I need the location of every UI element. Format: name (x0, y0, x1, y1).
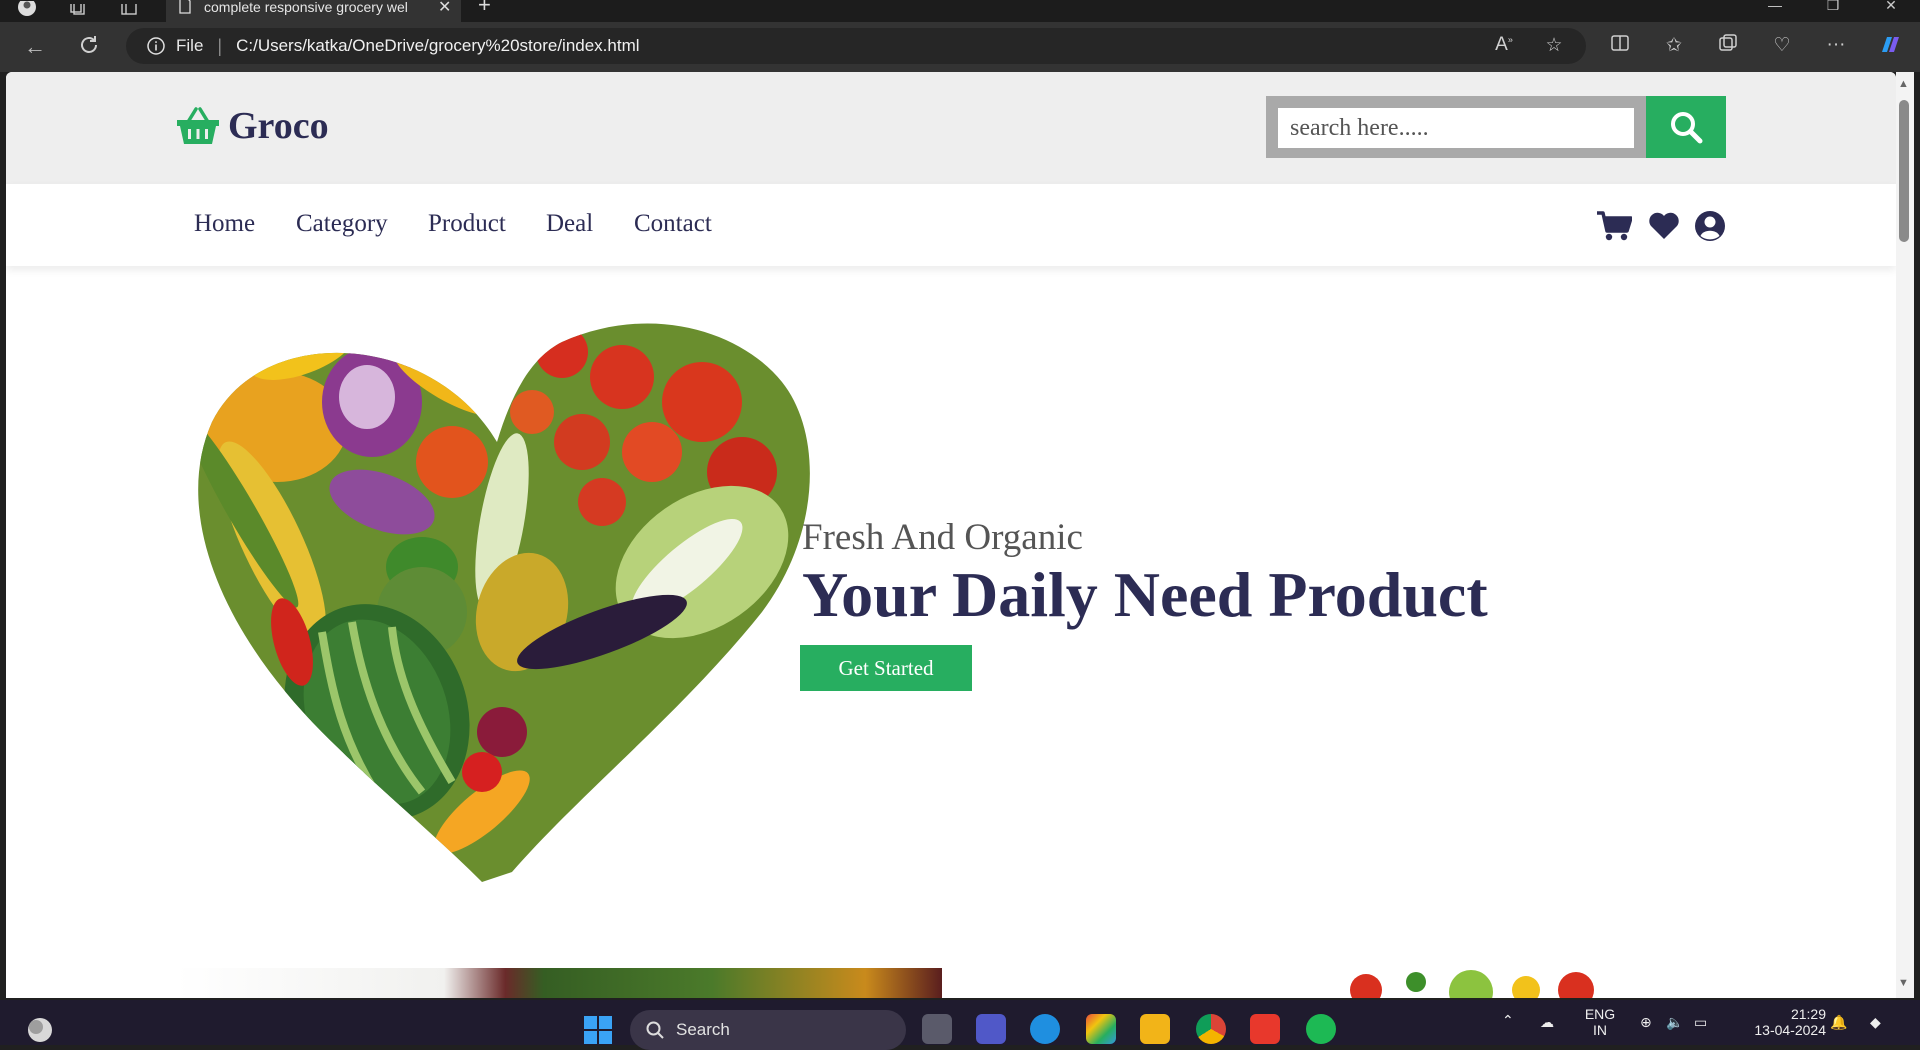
battery-icon[interactable]: ▭ (1694, 1014, 1707, 1031)
browser-essentials-icon[interactable]: ♡ (1768, 34, 1796, 57)
profile-icon[interactable] (14, 0, 40, 22)
promo-banner-image-left (176, 968, 942, 998)
close-window-icon[interactable]: ✕ (1868, 0, 1914, 12)
get-started-button[interactable]: Get Started (800, 645, 972, 691)
user-icon[interactable] (1692, 208, 1728, 244)
teams-icon[interactable] (976, 1014, 1006, 1044)
language-indicator[interactable]: ENG IN (1580, 1006, 1620, 1038)
search-button[interactable] (1646, 96, 1726, 158)
url-text[interactable]: C:/Users/katka/OneDrive/grocery%20store/… (236, 36, 639, 56)
wps-office-icon[interactable] (1250, 1014, 1280, 1044)
clock-time: 21:29 (1790, 1006, 1826, 1022)
basket-icon (177, 107, 219, 144)
show-hidden-icons[interactable]: ⌃ (1502, 1012, 1514, 1029)
taskbar-search[interactable]: Search (630, 1010, 906, 1050)
url-separator: | (217, 35, 223, 56)
nav-link-home[interactable]: Home (194, 210, 255, 238)
search-input[interactable] (1278, 108, 1634, 148)
collections-icon[interactable] (1714, 34, 1742, 58)
split-screen-icon[interactable] (1606, 34, 1634, 58)
new-tab-button[interactable]: + (478, 0, 491, 16)
region-code: IN (1593, 1022, 1607, 1038)
address-bar-row: ← File | C:/Users/katka/OneDrive/grocery… (0, 22, 1920, 72)
scroll-thumb[interactable] (1899, 100, 1909, 242)
weather-icon[interactable] (26, 1016, 54, 1044)
nav-link-contact[interactable]: Contact (634, 210, 712, 238)
more-options-icon[interactable]: ··· (1822, 34, 1850, 56)
copilot-icon[interactable] (1876, 34, 1904, 62)
hero-title: Your Daily Need Product (802, 559, 1488, 630)
browser-title-bar: complete responsive grocery wel ✕ + — ❐ … (0, 0, 1920, 22)
page-icon (179, 0, 191, 14)
windows-start-icon[interactable] (584, 1016, 612, 1044)
spotify-icon[interactable] (1306, 1014, 1336, 1044)
workspaces-icon[interactable] (64, 0, 90, 22)
restore-icon[interactable]: ❐ (1810, 0, 1856, 12)
network-icon[interactable]: ⊕ (1640, 1014, 1652, 1031)
language-code: ENG (1584, 1006, 1616, 1022)
page-viewport: Groco Home Category Product Deal Contact (6, 72, 1896, 998)
edge-icon[interactable] (1030, 1014, 1060, 1044)
heart-icon[interactable] (1646, 208, 1682, 244)
search-box (1266, 96, 1646, 158)
clock[interactable]: 21:29 13-04-2024 (1736, 1006, 1826, 1038)
volume-icon[interactable]: 🔈 (1666, 1014, 1683, 1031)
close-tab-icon[interactable]: ✕ (438, 0, 451, 17)
logo-text: Groco (228, 105, 329, 147)
taskbar-search-label: Search (676, 1020, 730, 1039)
url-bar[interactable]: File | C:/Users/katka/OneDrive/grocery%2… (126, 28, 1586, 64)
scroll-up-arrow-icon[interactable]: ▲ (1898, 78, 1909, 90)
info-icon[interactable] (146, 36, 166, 56)
url-scheme-label: File (176, 36, 204, 55)
paint-app-icon[interactable] (1086, 1014, 1116, 1044)
taskbar: Search ⌃ ☁ ENG IN ⊕ 🔈 ▭ 21:29 13-04-2024… (0, 1000, 1920, 1050)
scroll-down-arrow-icon[interactable]: ▼ (1898, 977, 1909, 989)
vertical-tabs-icon[interactable] (116, 0, 142, 22)
copilot-taskbar-icon[interactable]: ◆ (1870, 1014, 1881, 1031)
clock-date: 13-04-2024 (1754, 1022, 1826, 1038)
search-icon (1671, 112, 1703, 144)
vegetable-heart-image (198, 323, 810, 883)
tab-title: complete responsive grocery wel (204, 0, 408, 15)
back-arrow-icon[interactable]: ← (20, 34, 50, 60)
minimize-icon[interactable]: — (1752, 0, 1798, 12)
favorites-icon[interactable]: ✩ (1660, 34, 1688, 57)
site-header: Groco (6, 72, 1896, 184)
hero-subtitle: Fresh And Organic (802, 517, 1083, 558)
nav-link-product[interactable]: Product (428, 210, 506, 238)
nav-link-category[interactable]: Category (296, 210, 388, 238)
favorite-star-icon[interactable]: ☆ (1540, 34, 1568, 57)
logo[interactable]: Groco (176, 104, 329, 148)
task-view-icon[interactable] (922, 1014, 952, 1044)
tab-active[interactable]: complete responsive grocery wel ✕ (166, 0, 461, 22)
search-icon (646, 1021, 664, 1039)
main-navigation: Home Category Product Deal Contact (6, 184, 1896, 266)
notification-bell-icon[interactable]: 🔔 (1830, 1014, 1847, 1031)
read-aloud-icon[interactable]: A» (1490, 34, 1518, 56)
promo-banner-image-right (1350, 970, 1594, 998)
onedrive-icon[interactable]: ☁ (1540, 1014, 1554, 1031)
nav-link-deal[interactable]: Deal (546, 210, 593, 238)
refresh-icon[interactable] (74, 34, 104, 62)
cart-icon[interactable] (1596, 208, 1632, 244)
chrome-icon[interactable] (1196, 1014, 1226, 1044)
file-explorer-icon[interactable] (1140, 1014, 1170, 1044)
